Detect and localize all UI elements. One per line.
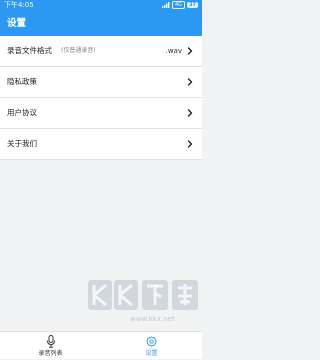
bottom-nav: 录音列表 设置 [0, 331, 202, 359]
settings-list: 录音文件格式 (仅普通录音) .wav 隐私政策 用户协议 关于我们 [0, 36, 202, 160]
signal-icon [161, 2, 170, 8]
network-type-badge: 4G [171, 1, 186, 9]
battery-icon: 37 [187, 2, 198, 8]
setting-label: 用户协议 [7, 108, 37, 117]
setting-label: 录音文件格式 [7, 46, 52, 55]
microphone-icon [47, 335, 55, 348]
svg-text:www.kkx.net: www.kkx.net [130, 315, 175, 323]
setting-user-agreement[interactable]: 用户协议 [0, 98, 202, 129]
setting-privacy-policy[interactable]: 隐私政策 [0, 67, 202, 98]
chevron-right-icon [187, 140, 193, 148]
setting-recording-format[interactable]: 录音文件格式 (仅普通录音) .wav [0, 36, 202, 67]
page-title: 设置 [7, 18, 27, 29]
status-time: 下午4:05 [4, 1, 34, 9]
chevron-right-icon [187, 109, 193, 117]
setting-value: .wav [165, 47, 182, 55]
setting-label: 隐私政策 [7, 77, 37, 86]
tab-label: 录音列表 [38, 350, 63, 357]
setting-note: (仅普通录音) [61, 47, 96, 54]
chevron-right-icon [187, 78, 193, 86]
tab-label: 设置 [145, 350, 158, 357]
tab-settings[interactable]: 设置 [101, 332, 202, 360]
setting-about-us[interactable]: 关于我们 [0, 129, 202, 160]
status-icons: 4G 37 [161, 1, 198, 9]
chevron-right-icon [187, 47, 193, 55]
status-bar: 下午4:05 4G 37 [0, 0, 202, 12]
watermark-logo: www.kkx.net [88, 280, 198, 323]
gear-icon [146, 336, 157, 347]
tab-recording-list[interactable]: 录音列表 [0, 332, 101, 360]
app-header: 下午4:05 4G 37 设置 [0, 0, 202, 36]
setting-label: 关于我们 [7, 139, 37, 148]
